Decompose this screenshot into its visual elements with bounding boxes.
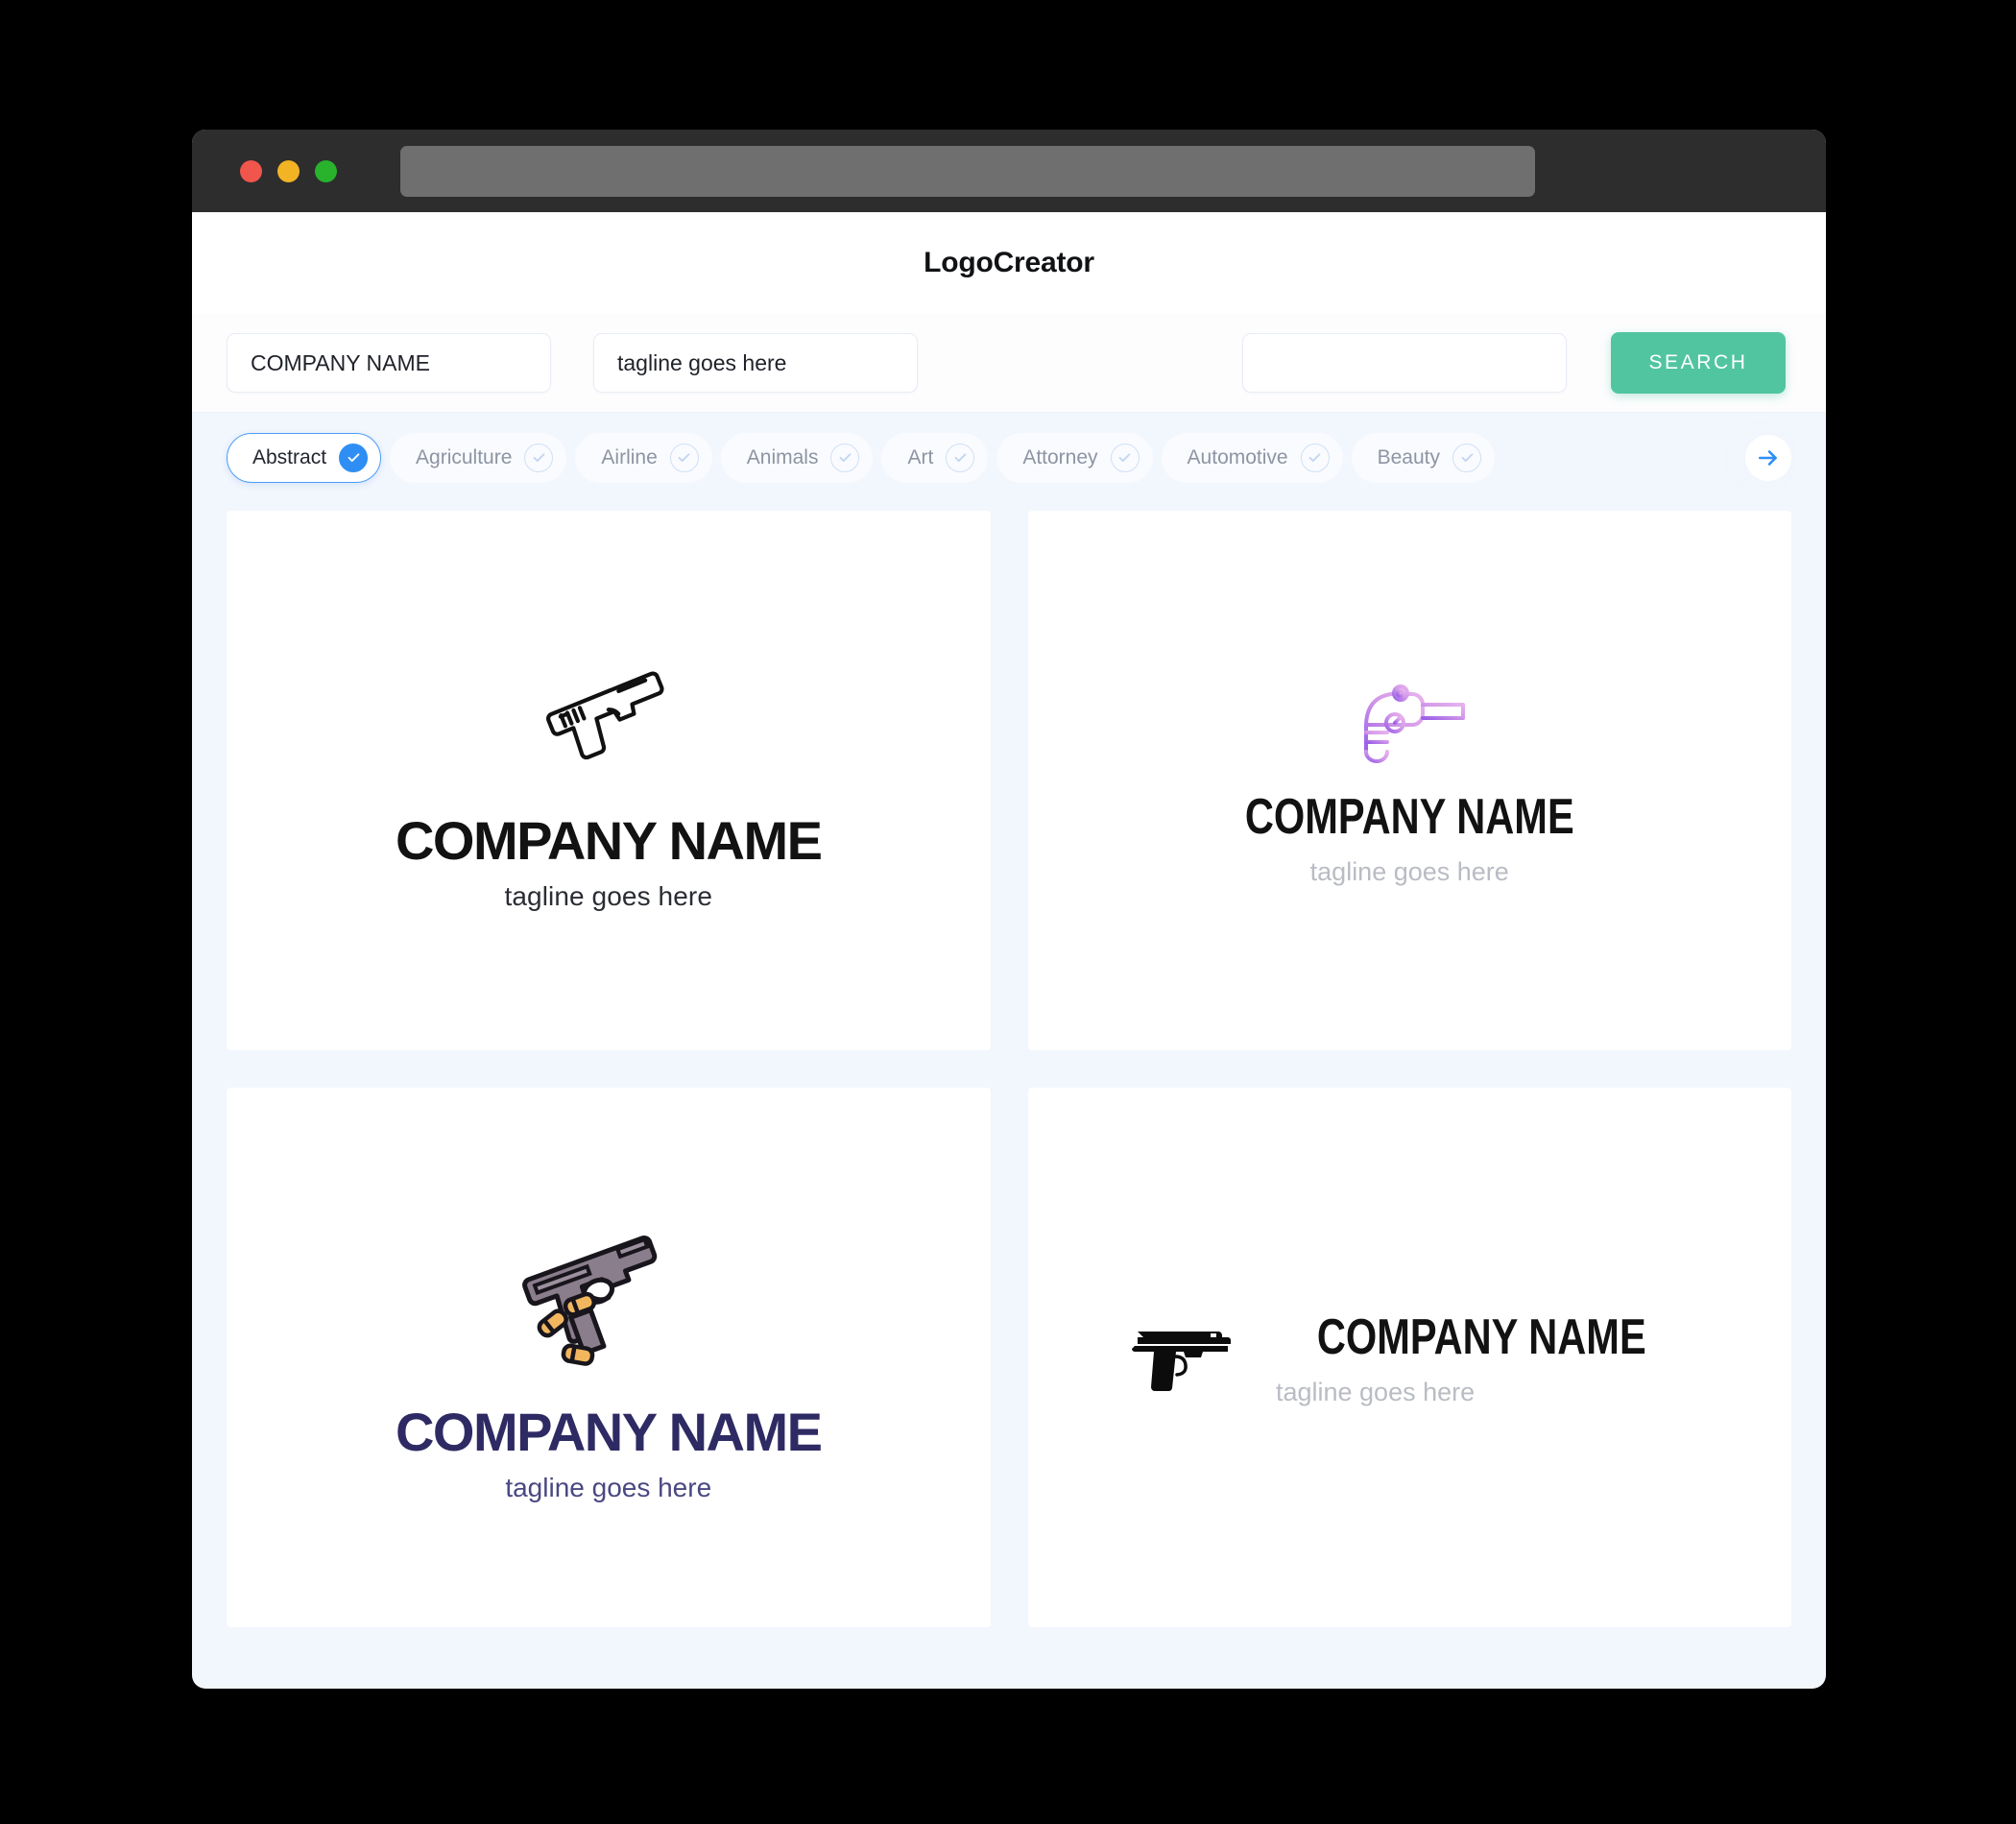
- category-chip-automotive[interactable]: Automotive: [1161, 432, 1343, 483]
- check-icon: [339, 443, 369, 472]
- check-icon: [946, 443, 975, 472]
- category-chip-agriculture[interactable]: Agriculture: [390, 432, 567, 483]
- app-title: LogoCreator: [924, 247, 1094, 278]
- address-bar[interactable]: [400, 145, 1535, 197]
- traffic-lights: [240, 159, 337, 182]
- check-icon: [1452, 443, 1481, 472]
- app-header: LogoCreator: [192, 212, 1826, 314]
- category-chip-label: Art: [907, 445, 934, 468]
- category-chip-label: Automotive: [1187, 445, 1288, 468]
- logo-tagline: tagline goes here: [1275, 1377, 1476, 1406]
- category-chip-label: Attorney: [1022, 445, 1098, 468]
- arrow-right-icon[interactable]: [1745, 434, 1791, 481]
- category-chip-label: Beauty: [1377, 445, 1440, 468]
- close-window-button[interactable]: [240, 159, 262, 182]
- check-icon: [524, 443, 554, 472]
- minimize-window-button[interactable]: [277, 159, 300, 182]
- check-icon: [830, 443, 860, 472]
- check-icon: [669, 443, 699, 472]
- logo-company-name: COMPANY NAME: [395, 809, 823, 871]
- search-bar: COMPANY NAME tagline goes here SEARCH: [192, 314, 1826, 413]
- search-button[interactable]: SEARCH: [1611, 332, 1786, 394]
- browser-window: LogoCreator COMPANY NAME tagline goes he…: [192, 130, 1826, 1689]
- category-chip-label: Airline: [601, 445, 658, 468]
- logo-tagline: tagline goes here: [505, 1472, 712, 1502]
- maximize-window-button[interactable]: [315, 159, 337, 182]
- pistol-with-bullets-icon: [517, 1212, 700, 1376]
- category-chip-animals[interactable]: Animals: [720, 432, 874, 483]
- tagline-input[interactable]: tagline goes here: [593, 333, 918, 393]
- logo-company-name: COMPANY NAME: [395, 1401, 823, 1462]
- category-chip-label: Abstract: [252, 445, 327, 468]
- company-name-input[interactable]: COMPANY NAME: [227, 333, 551, 393]
- flintlock-pistol-outline-icon: [1337, 675, 1481, 763]
- logo-tagline: tagline goes here: [1309, 856, 1509, 886]
- logo-result-card[interactable]: COMPANY NAME tagline goes here: [227, 511, 991, 1050]
- category-chip-beauty[interactable]: Beauty: [1351, 432, 1495, 483]
- logo-tagline: tagline goes here: [504, 880, 712, 911]
- logo-result-card[interactable]: COMPANY NAME tagline goes here: [1027, 511, 1791, 1050]
- keyword-input[interactable]: [1242, 333, 1567, 393]
- logo-result-card[interactable]: COMPANY NAME tagline goes here: [1027, 1088, 1791, 1627]
- logo-company-name: COMPANY NAME: [1316, 1308, 1646, 1365]
- browser-chrome: [192, 130, 1826, 212]
- logo-result-card[interactable]: COMPANY NAME tagline goes here: [227, 1088, 991, 1627]
- logo-results-grid: COMPANY NAME tagline goes here COMPANY N…: [192, 502, 1826, 1662]
- pistol-solid-icon: [1131, 1316, 1237, 1399]
- check-icon: [1300, 443, 1330, 472]
- pistol-outline-icon: [532, 650, 685, 784]
- category-chip-label: Animals: [746, 445, 819, 468]
- category-chip-label: Agriculture: [416, 445, 513, 468]
- logo-company-name: COMPANY NAME: [1244, 788, 1574, 845]
- category-chip-art[interactable]: Art: [881, 432, 989, 483]
- category-chip-attorney[interactable]: Attorney: [996, 432, 1153, 483]
- category-chip-airline[interactable]: Airline: [575, 432, 712, 483]
- check-icon: [1110, 443, 1140, 472]
- category-filter-bar: Abstract Agriculture Airline Animals Art Atto…: [192, 413, 1826, 502]
- category-chip-abstract[interactable]: Abstract: [227, 432, 382, 483]
